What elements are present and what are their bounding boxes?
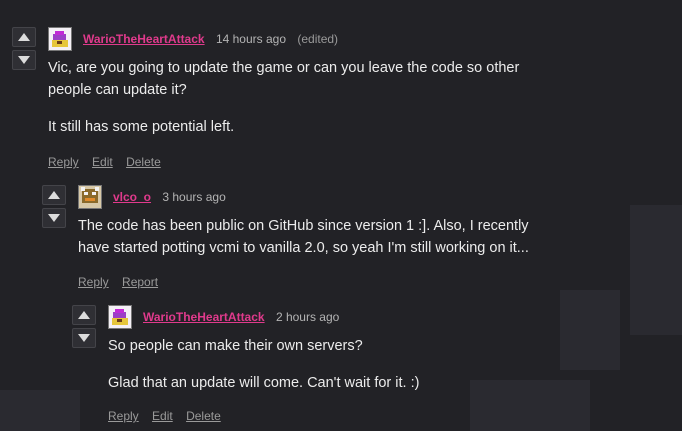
edited-label: (edited): [297, 32, 339, 46]
username-link[interactable]: WarioTheHeartAttack: [83, 32, 205, 46]
username-link[interactable]: WarioTheHeartAttack: [143, 310, 265, 324]
comment-text: The code has been public on GitHub since…: [78, 218, 529, 234]
comment-text: It still has some potential left.: [48, 119, 235, 135]
triangle-up-icon: [48, 191, 60, 199]
reply-link[interactable]: Reply: [108, 409, 139, 423]
delete-link[interactable]: Delete: [126, 155, 161, 169]
triangle-down-icon: [48, 214, 60, 222]
triangle-down-icon: [78, 334, 90, 342]
comment-body: So people can make their own servers? Gl…: [108, 335, 419, 394]
comment-text: have started potting vcmi to vanilla 2.0…: [78, 240, 529, 256]
bowser-avatar-icon: [79, 186, 101, 208]
comment: WarioTheHeartAttack 2 hours ago So peopl…: [72, 305, 662, 425]
vote-controls: [42, 185, 66, 231]
reply-link[interactable]: Reply: [78, 275, 109, 289]
comment-text: Vic, are you going to update the game or…: [48, 60, 520, 76]
upvote-button[interactable]: [42, 185, 66, 205]
avatar[interactable]: [108, 305, 132, 329]
comment-actions: Reply Report: [78, 275, 168, 289]
delete-link[interactable]: Delete: [186, 409, 221, 423]
upvote-button[interactable]: [72, 305, 96, 325]
avatar[interactable]: [78, 185, 102, 209]
triangle-down-icon: [18, 56, 30, 64]
report-link[interactable]: Report: [122, 275, 158, 289]
comment-text: So people can make their own servers?: [108, 338, 363, 354]
timestamp: 2 hours ago: [275, 310, 340, 324]
downvote-button[interactable]: [72, 328, 96, 348]
comment: vlco_o 3 hours ago The code has been pub…: [42, 185, 662, 295]
wario-avatar-icon: [109, 306, 131, 328]
edit-link[interactable]: Edit: [92, 155, 113, 169]
upvote-button[interactable]: [12, 27, 36, 47]
triangle-up-icon: [78, 311, 90, 319]
comment-body: The code has been public on GitHub since…: [78, 215, 529, 259]
edit-link[interactable]: Edit: [152, 409, 173, 423]
avatar[interactable]: [48, 27, 72, 51]
vote-controls: [12, 27, 36, 73]
timestamp: 3 hours ago: [162, 190, 226, 204]
timestamp: 14 hours ago: [215, 32, 286, 46]
comment-meta: WarioTheHeartAttack 14 hours ago (edited…: [83, 32, 338, 46]
downvote-button[interactable]: [12, 50, 36, 70]
comment-text: people can update it?: [48, 82, 187, 98]
comment: WarioTheHeartAttack 14 hours ago (edited…: [12, 27, 652, 177]
comment-actions: Reply Edit Delete: [108, 409, 231, 423]
comment-actions: Reply Edit Delete: [48, 155, 171, 169]
background-tile: [0, 390, 80, 431]
wario-avatar-icon: [49, 28, 71, 50]
comment-meta: WarioTheHeartAttack 2 hours ago: [143, 310, 347, 324]
comment-meta: vlco_o 3 hours ago: [113, 190, 234, 204]
vote-controls: [72, 305, 96, 351]
downvote-button[interactable]: [42, 208, 66, 228]
comment-text: Glad that an update will come. Can't wai…: [108, 375, 420, 391]
username-link[interactable]: vlco_o: [113, 190, 151, 204]
comment-body: Vic, are you going to update the game or…: [48, 57, 519, 138]
reply-link[interactable]: Reply: [48, 155, 79, 169]
triangle-up-icon: [18, 33, 30, 41]
